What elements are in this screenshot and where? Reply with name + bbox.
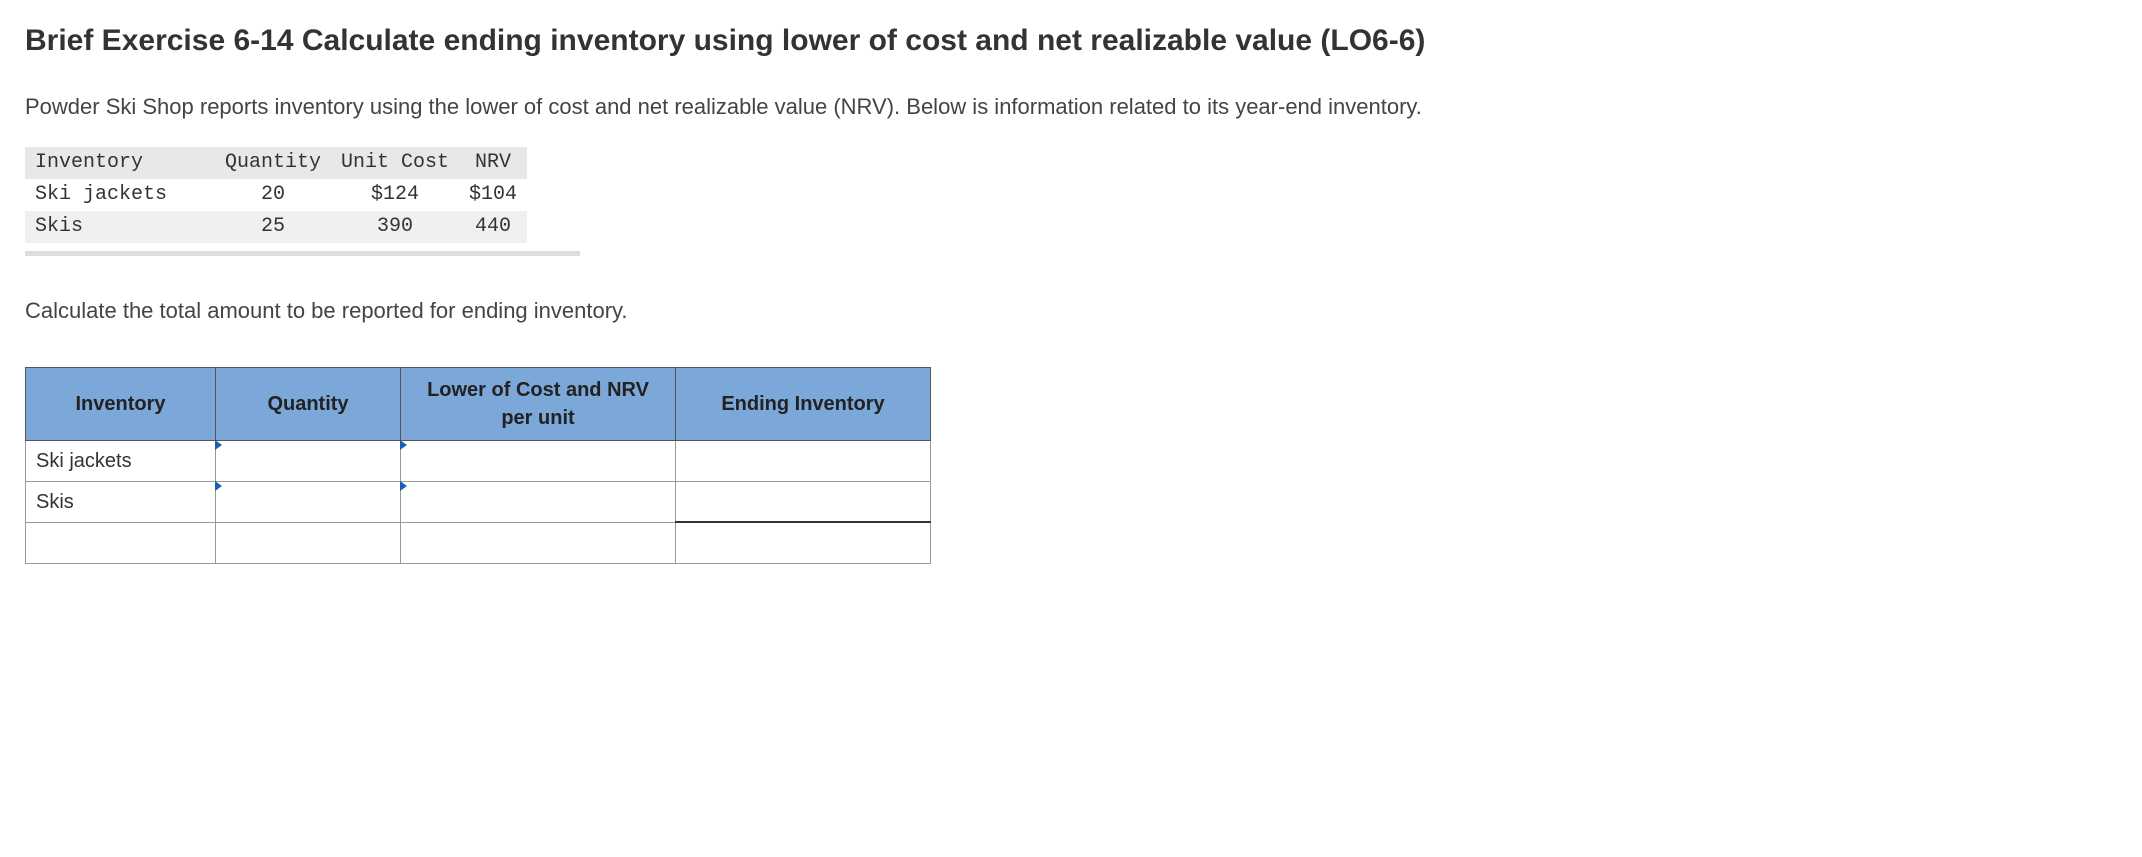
ending-input-cell — [676, 481, 931, 522]
lower-input-cell — [401, 440, 676, 481]
total-label-cell — [26, 522, 216, 563]
quantity-input-cell — [216, 481, 401, 522]
answer-total-row — [26, 522, 931, 563]
lower-input[interactable] — [401, 441, 675, 481]
answer-row: Skis — [26, 481, 931, 522]
ending-input[interactable] — [676, 482, 930, 522]
answer-header-row: Inventory Quantity Lower of Cost and NRV… — [26, 367, 931, 440]
intro-text: Powder Ski Shop reports inventory using … — [25, 92, 2117, 123]
total-qty-cell — [216, 522, 401, 563]
page-title: Brief Exercise 6-14 Calculate ending inv… — [25, 20, 2117, 62]
input-marker-icon — [400, 440, 407, 450]
cell-unit-cost: $124 — [331, 179, 459, 211]
quantity-input-cell — [216, 440, 401, 481]
lower-input-cell — [401, 481, 676, 522]
answer-label: Skis — [26, 481, 216, 522]
cell-quantity: 20 — [215, 179, 331, 211]
input-marker-icon — [215, 481, 222, 491]
total-lower-cell — [401, 522, 676, 563]
lower-input[interactable] — [401, 482, 675, 522]
col-header-inventory: Inventory — [25, 147, 215, 179]
ending-total-input[interactable] — [676, 523, 930, 563]
quantity-input[interactable] — [216, 441, 400, 481]
col-header-nrv: NRV — [459, 147, 527, 179]
ending-total-cell — [676, 522, 931, 563]
ending-input-cell — [676, 440, 931, 481]
given-data-table: Inventory Quantity Unit Cost NRV Ski jac… — [25, 147, 527, 243]
cell-quantity: 25 — [215, 211, 331, 243]
answer-header-ending: Ending Inventory — [676, 367, 931, 440]
table-row: Skis 25 390 440 — [25, 211, 527, 243]
answer-header-lower: Lower of Cost and NRV per unit — [401, 367, 676, 440]
instruction-text: Calculate the total amount to be reporte… — [25, 296, 2117, 327]
cell-nrv: $104 — [459, 179, 527, 211]
cell-inventory: Ski jackets — [25, 179, 215, 211]
cell-nrv: 440 — [459, 211, 527, 243]
answer-header-inventory: Inventory — [26, 367, 216, 440]
answer-label: Ski jackets — [26, 440, 216, 481]
cell-inventory: Skis — [25, 211, 215, 243]
quantity-input[interactable] — [216, 482, 400, 522]
input-marker-icon — [215, 440, 222, 450]
answer-header-quantity: Quantity — [216, 367, 401, 440]
answer-table: Inventory Quantity Lower of Cost and NRV… — [25, 367, 931, 564]
input-marker-icon — [400, 481, 407, 491]
table-row: Ski jackets 20 $124 $104 — [25, 179, 527, 211]
col-header-quantity: Quantity — [215, 147, 331, 179]
answer-row: Ski jackets — [26, 440, 931, 481]
table-underline — [25, 251, 580, 256]
cell-unit-cost: 390 — [331, 211, 459, 243]
col-header-unit-cost: Unit Cost — [331, 147, 459, 179]
table-header-row: Inventory Quantity Unit Cost NRV — [25, 147, 527, 179]
ending-input[interactable] — [676, 441, 930, 481]
